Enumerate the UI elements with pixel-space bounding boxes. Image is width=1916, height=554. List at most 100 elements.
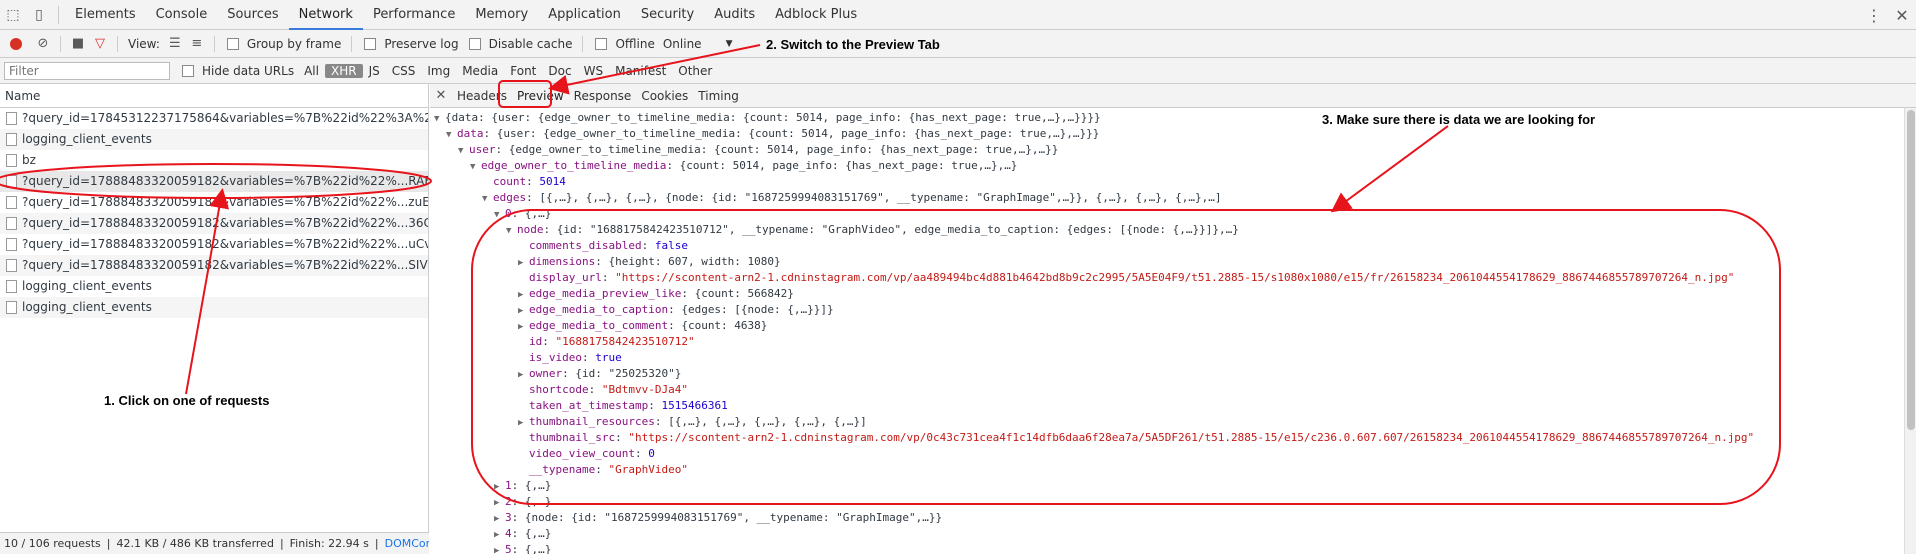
- group-by-frame-checkbox[interactable]: [226, 37, 239, 50]
- hide-data-urls-checkbox[interactable]: [182, 64, 194, 77]
- json-line[interactable]: ▶ thumbnail_resources: [{,…}, {,…}, {,…},…: [430, 414, 1904, 430]
- json-line[interactable]: video_view_count: 0: [430, 446, 1904, 462]
- filter-type-ws[interactable]: WS: [578, 64, 609, 78]
- json-line[interactable]: shortcode: "Bdtmvv-DJa4": [430, 382, 1904, 398]
- tab-headers[interactable]: Headers: [452, 84, 512, 108]
- collapsed-triangle-icon[interactable]: ▶: [518, 367, 529, 383]
- scrollbar-thumb[interactable]: [1907, 110, 1915, 430]
- json-line[interactable]: ▶ dimensions: {height: 607, width: 1080}: [430, 254, 1904, 270]
- request-row[interactable]: ?query_id=17888483320059182&variables=%7…: [0, 234, 428, 255]
- request-row[interactable]: logging_client_events: [0, 297, 428, 318]
- expanded-triangle-icon[interactable]: ▼: [506, 223, 517, 239]
- expanded-triangle-icon[interactable]: ▼: [482, 191, 493, 207]
- filter-type-media[interactable]: Media: [456, 64, 504, 78]
- collapsed-triangle-icon[interactable]: ▶: [518, 255, 529, 271]
- preserve-log-checkbox[interactable]: [364, 37, 377, 50]
- request-row[interactable]: ?query_id=17845312237175864&variables=%7…: [0, 108, 428, 129]
- request-row[interactable]: bz: [0, 150, 428, 171]
- collapsed-triangle-icon[interactable]: ▶: [494, 495, 505, 511]
- tab-audits[interactable]: Audits: [704, 0, 765, 30]
- overview-icon[interactable]: ≡: [186, 33, 208, 55]
- collapsed-triangle-icon[interactable]: ▶: [518, 287, 529, 303]
- close-icon[interactable]: ✕: [430, 88, 452, 103]
- capture-screenshots-icon[interactable]: ■: [67, 33, 89, 55]
- inspect-element-icon[interactable]: ⬚: [0, 0, 26, 30]
- json-line[interactable]: ▶ edge_media_to_comment: {count: 4638}: [430, 318, 1904, 334]
- json-line[interactable]: ▼ data: {user: {edge_owner_to_timeline_me…: [430, 126, 1904, 142]
- tab-response[interactable]: Response: [569, 84, 637, 108]
- tab-application[interactable]: Application: [538, 0, 631, 30]
- json-line[interactable]: ▶ owner: {id: "25025320"}: [430, 366, 1904, 382]
- filter-type-img[interactable]: Img: [421, 64, 456, 78]
- json-line[interactable]: taken_at_timestamp: 1515466361: [430, 398, 1904, 414]
- disable-cache-checkbox[interactable]: [468, 37, 481, 50]
- filter-type-manifest[interactable]: Manifest: [609, 64, 672, 78]
- json-line[interactable]: display_url: "https://scontent-arn2-1.cd…: [430, 270, 1904, 286]
- close-devtools-icon[interactable]: ✕: [1888, 0, 1916, 30]
- collapsed-triangle-icon[interactable]: ▶: [494, 479, 505, 495]
- tab-elements[interactable]: Elements: [65, 0, 146, 30]
- collapsed-triangle-icon[interactable]: ▶: [518, 303, 529, 319]
- request-row[interactable]: ?query_id=17888483320059182&variables=%7…: [0, 192, 428, 213]
- tab-security[interactable]: Security: [631, 0, 704, 30]
- filter-type-xhr[interactable]: XHR: [324, 63, 363, 78]
- tab-memory[interactable]: Memory: [465, 0, 538, 30]
- tab-performance[interactable]: Performance: [363, 0, 465, 30]
- record-icon[interactable]: [10, 37, 22, 50]
- device-toolbar-icon[interactable]: ▯: [26, 0, 52, 30]
- json-line[interactable]: is_video: true: [430, 350, 1904, 366]
- json-line[interactable]: ▼ 0: {,…}: [430, 206, 1904, 222]
- filter-type-all[interactable]: All: [298, 64, 325, 78]
- tab-sources[interactable]: Sources: [217, 0, 288, 30]
- json-line[interactable]: ▼ node: {id: "1688175842423510712", __typ…: [430, 222, 1904, 238]
- request-row[interactable]: ?query_id=17888483320059182&variables=%7…: [0, 255, 428, 276]
- filter-icon[interactable]: ▽: [89, 33, 111, 55]
- expanded-triangle-icon[interactable]: ▼: [446, 127, 457, 143]
- json-line[interactable]: ▶ 1: {,…}: [430, 478, 1904, 494]
- expanded-triangle-icon[interactable]: ▼: [470, 159, 481, 175]
- name-column-header[interactable]: Name: [0, 84, 428, 108]
- filter-type-css[interactable]: CSS: [386, 64, 422, 78]
- chevron-down-icon[interactable]: ▼: [726, 39, 733, 49]
- collapsed-triangle-icon[interactable]: ▶: [494, 527, 505, 543]
- tab-adblock-plus[interactable]: Adblock Plus: [765, 0, 867, 30]
- json-line[interactable]: id: "1688175842423510712": [430, 334, 1904, 350]
- expanded-triangle-icon[interactable]: ▼: [434, 111, 445, 127]
- json-line[interactable]: count: 5014: [430, 174, 1904, 190]
- filter-type-js[interactable]: JS: [363, 64, 386, 78]
- json-line[interactable]: ▶ edge_media_to_caption: {edges: [{node: …: [430, 302, 1904, 318]
- tab-cookies[interactable]: Cookies: [636, 84, 693, 108]
- json-line[interactable]: ▶ 2: {,…}: [430, 494, 1904, 510]
- json-line[interactable]: ▶ 3: {node: {id: "1687259994083151769", _…: [430, 510, 1904, 526]
- offline-checkbox[interactable]: [595, 37, 608, 50]
- json-line[interactable]: comments_disabled: false: [430, 238, 1904, 254]
- filter-type-font[interactable]: Font: [504, 64, 542, 78]
- filter-type-other[interactable]: Other: [672, 64, 718, 78]
- json-line[interactable]: ▼ user: {edge_owner_to_timeline_media: {c…: [430, 142, 1904, 158]
- json-line[interactable]: __typename: "GraphVideo": [430, 462, 1904, 478]
- more-options-icon[interactable]: ⋮: [1860, 0, 1888, 30]
- throttling-select[interactable]: Online: [663, 37, 702, 51]
- request-row[interactable]: ?query_id=17888483320059182&variables=%7…: [0, 213, 428, 234]
- expanded-triangle-icon[interactable]: ▼: [494, 207, 505, 223]
- request-row[interactable]: ?query_id=17888483320059182&variables=%7…: [0, 171, 428, 192]
- json-line[interactable]: ▶ edge_media_preview_like: {count: 566842…: [430, 286, 1904, 302]
- large-rows-icon[interactable]: ☰: [164, 33, 186, 55]
- json-line[interactable]: ▶ 5: {,…}: [430, 542, 1904, 554]
- tab-console[interactable]: Console: [146, 0, 218, 30]
- json-line[interactable]: ▼ edges: [{,…}, {,…}, {,…}, {node: {id: "…: [430, 190, 1904, 206]
- request-row[interactable]: logging_client_events: [0, 129, 428, 150]
- filter-input[interactable]: [4, 61, 170, 80]
- json-line[interactable]: ▼ {data: {user: {edge_owner_to_timeline_m…: [430, 110, 1904, 126]
- tab-network[interactable]: Network: [288, 0, 363, 30]
- tab-preview[interactable]: Preview: [512, 84, 569, 108]
- collapsed-triangle-icon[interactable]: ▶: [518, 319, 529, 335]
- tab-timing[interactable]: Timing: [693, 84, 744, 108]
- filter-type-doc[interactable]: Doc: [542, 64, 577, 78]
- collapsed-triangle-icon[interactable]: ▶: [518, 415, 529, 431]
- json-line[interactable]: ▶ 4: {,…}: [430, 526, 1904, 542]
- collapsed-triangle-icon[interactable]: ▶: [494, 511, 505, 527]
- expanded-triangle-icon[interactable]: ▼: [458, 143, 469, 159]
- clear-icon[interactable]: ⊘: [32, 33, 54, 55]
- request-row[interactable]: logging_client_events: [0, 276, 428, 297]
